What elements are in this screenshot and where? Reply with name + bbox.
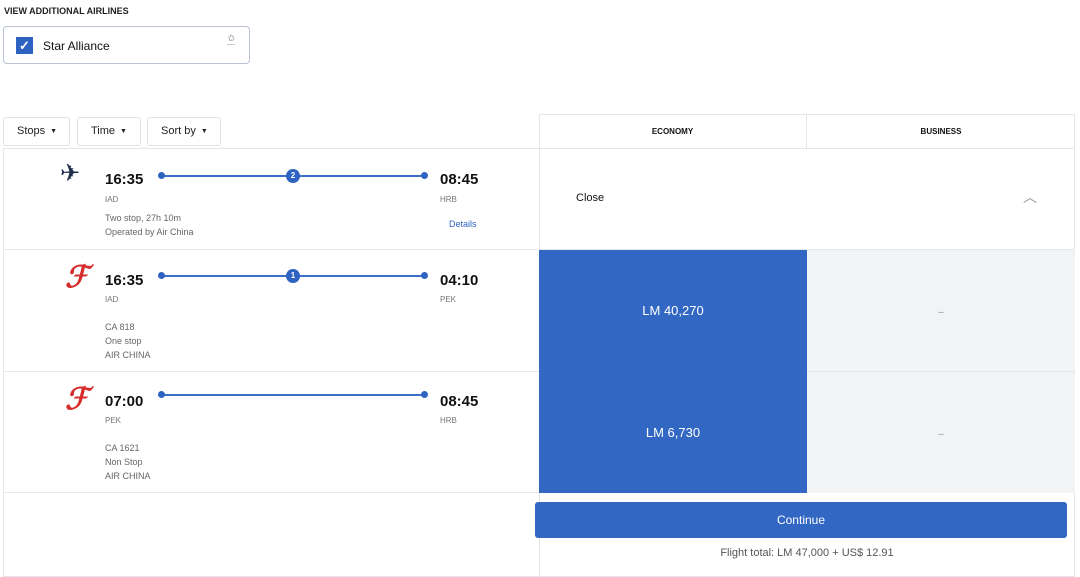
stops-text: One stop xyxy=(105,336,142,346)
stops-filter-label: Stops xyxy=(17,125,46,137)
departure-airport: IAD xyxy=(105,195,119,204)
segment-row: ℱ 07:00 PEK 08:45 HRB CA 1621 Non Stop AIR… xyxy=(3,372,539,493)
arrival-airport: HRB xyxy=(440,195,457,204)
airline-name: AIR CHINA xyxy=(105,471,151,481)
business-fare-cell: – xyxy=(807,372,1075,493)
stop-count-badge: 1 xyxy=(286,269,300,283)
flight-total: Flight total: LM 47,000 + US$ 12.91 xyxy=(720,547,894,559)
tab-business[interactable]: BUSINESS xyxy=(807,114,1075,149)
close-panel-toggle[interactable]: Close ︿ xyxy=(539,149,1075,250)
flight-number: CA 1621 xyxy=(105,443,140,453)
arrival-airport: PEK xyxy=(440,295,457,304)
continue-button[interactable]: Continue xyxy=(535,502,1067,538)
additional-airlines-heading: VIEW ADDITIONAL AIRLINES xyxy=(4,6,129,16)
airline-name: AIR CHINA xyxy=(105,350,151,360)
departure-time: 07:00 xyxy=(105,393,144,410)
arrival-time: 04:10 xyxy=(440,272,479,289)
caret-down-icon: ▼ xyxy=(120,128,127,135)
tab-economy[interactable]: ECONOMY xyxy=(539,114,807,149)
route-line: 1 xyxy=(158,269,428,283)
flight-summary-row: ✈ 16:35 IAD 2 08:45 HRB Two stop, 27h 10… xyxy=(3,149,539,250)
time-filter-label: Time xyxy=(91,125,116,137)
economy-fare-cell[interactable]: LM 40,270 xyxy=(539,250,807,372)
stops-text: Non Stop xyxy=(105,457,143,467)
economy-fare-cell[interactable]: LM 6,730 xyxy=(539,372,807,493)
details-link[interactable]: Details xyxy=(449,219,477,229)
star-alliance-option[interactable]: ✓ Star Alliance ✩ xyxy=(3,26,250,64)
checkbox-checked-icon[interactable]: ✓ xyxy=(16,37,33,54)
caret-down-icon: ▼ xyxy=(50,128,58,135)
departure-airport: IAD xyxy=(105,295,119,304)
caret-down-icon: ▼ xyxy=(200,128,208,135)
star-alliance-logo-icon: ✩ xyxy=(227,33,235,45)
route-line xyxy=(158,391,428,398)
duration: Two stop, 27h 10m xyxy=(105,213,182,223)
chevron-up-icon[interactable]: ︿ xyxy=(1023,187,1037,207)
sort-by-filter[interactable]: Sort by ▼ xyxy=(147,117,221,146)
arrival-airport: HRB xyxy=(440,416,457,425)
operated-by: Operated by Air China xyxy=(105,227,194,237)
departure-airport: PEK xyxy=(105,416,122,425)
business-fare-cell: – xyxy=(807,250,1075,372)
air-china-logo-icon: ℱ xyxy=(65,260,89,295)
close-label: Close xyxy=(576,192,605,204)
route-line: 2 xyxy=(158,169,428,183)
multi-airline-plane-icon: ✈ xyxy=(60,160,81,187)
air-china-logo-icon: ℱ xyxy=(65,382,89,417)
segment-row: ℱ 16:35 IAD 1 04:10 PEK CA 818 One stop AI… xyxy=(3,250,539,372)
flight-number: CA 818 xyxy=(105,322,135,332)
stops-filter[interactable]: Stops ▼ xyxy=(3,117,70,146)
arrival-time: 08:45 xyxy=(440,171,479,188)
departure-time: 16:35 xyxy=(105,272,144,289)
departure-time: 16:35 xyxy=(105,171,144,188)
time-filter[interactable]: Time ▼ xyxy=(77,117,141,146)
arrival-time: 08:45 xyxy=(440,393,479,410)
alliance-label: Star Alliance xyxy=(43,39,110,53)
stop-count-badge: 2 xyxy=(286,169,300,183)
sort-filter-label: Sort by xyxy=(161,125,196,137)
